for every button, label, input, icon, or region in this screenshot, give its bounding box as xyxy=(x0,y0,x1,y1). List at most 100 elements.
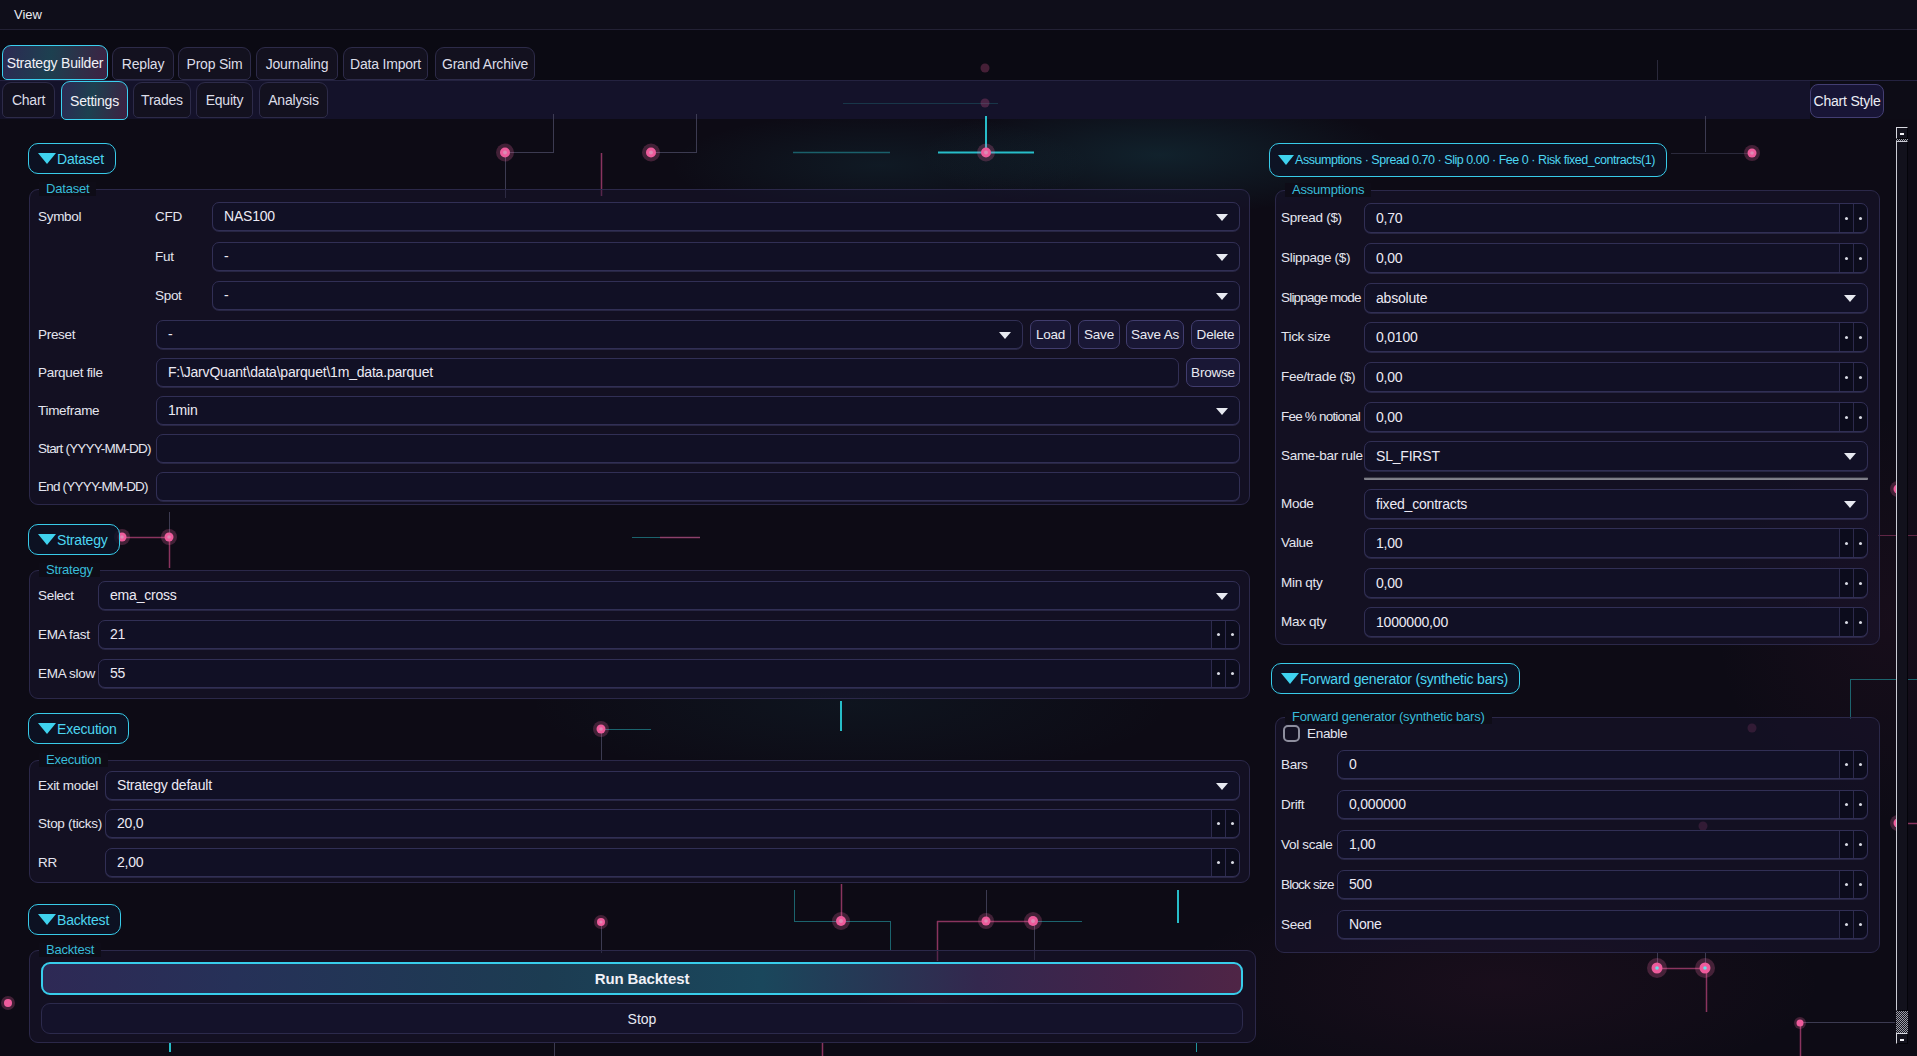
spin-down-button[interactable] xyxy=(1839,323,1853,351)
tab-trades[interactable]: Trades xyxy=(133,82,191,118)
forward-generator-toggle-button[interactable]: Forward generator (synthetic bars) xyxy=(1271,663,1520,694)
vol-scale-spinbox[interactable]: 1,00 xyxy=(1337,830,1868,859)
preset-load-button[interactable]: Load xyxy=(1030,320,1071,349)
start-date-input[interactable] xyxy=(156,434,1240,463)
spin-up-button[interactable] xyxy=(1853,791,1867,818)
spin-down-button[interactable] xyxy=(1839,244,1853,272)
ema-fast-spinbox[interactable]: 21 xyxy=(98,620,1240,649)
spin-up-button[interactable] xyxy=(1853,911,1867,938)
spin-up-button[interactable] xyxy=(1853,323,1867,351)
spin-down-button[interactable] xyxy=(1839,608,1853,636)
tick-size-spinbox[interactable]: 0,0100 xyxy=(1364,322,1868,352)
spin-up-button[interactable] xyxy=(1853,871,1867,898)
chart-style-button[interactable]: Chart Style xyxy=(1810,84,1884,118)
spin-down-button[interactable] xyxy=(1211,660,1225,687)
symbol-label: Symbol xyxy=(38,202,81,231)
spin-down-button[interactable] xyxy=(1839,529,1853,557)
strategy-select-combo[interactable]: ema_cross xyxy=(98,581,1240,610)
seed-spinbox[interactable]: None xyxy=(1337,910,1868,939)
preset-combo[interactable]: - xyxy=(156,320,1023,349)
max-qty-spinbox[interactable]: 1000000,00 xyxy=(1364,607,1868,637)
spin-up-button[interactable] xyxy=(1225,621,1239,648)
spin-down-button[interactable] xyxy=(1211,849,1225,876)
spin-down-button[interactable] xyxy=(1839,871,1853,898)
drift-spinbox[interactable]: 0,000000 xyxy=(1337,790,1868,819)
spin-up-button[interactable] xyxy=(1225,849,1239,876)
tab-journaling[interactable]: Journaling xyxy=(256,47,338,80)
cfd-combo[interactable]: NAS100 xyxy=(212,202,1240,231)
stop-ticks-spinbox[interactable]: 20,0 xyxy=(105,809,1240,838)
scrollbar-down-button[interactable] xyxy=(1896,1033,1908,1044)
spin-down-button[interactable] xyxy=(1211,810,1225,837)
spot-combo[interactable]: - xyxy=(212,281,1240,310)
same-bar-combo[interactable]: SL_FIRST xyxy=(1364,441,1868,471)
run-backtest-button[interactable]: Run Backtest xyxy=(41,962,1243,995)
spin-down-button[interactable] xyxy=(1839,751,1853,778)
tab-data-import[interactable]: Data Import xyxy=(343,47,428,80)
slippage-mode-combo[interactable]: absolute xyxy=(1364,283,1868,313)
tab-replay[interactable]: Replay xyxy=(112,47,174,80)
timeframe-combo[interactable]: 1min xyxy=(156,396,1240,425)
dropdown-arrow-icon xyxy=(1216,254,1228,261)
backtest-group-title: Backtest xyxy=(39,943,101,957)
spin-up-button[interactable] xyxy=(1853,529,1867,557)
dropdown-arrow-icon xyxy=(999,332,1011,339)
block-size-spinbox[interactable]: 500 xyxy=(1337,870,1868,899)
end-date-input[interactable] xyxy=(156,472,1240,501)
parquet-file-input[interactable]: F:\JarvQuant\data\parquet\1m_data.parque… xyxy=(156,358,1179,387)
tab-prop-sim[interactable]: Prop Sim xyxy=(178,47,251,80)
assumptions-toggle-button[interactable]: Assumptions · Spread 0.70 · Slip 0.00 · … xyxy=(1269,143,1667,177)
spin-up-button[interactable] xyxy=(1853,751,1867,778)
exit-model-combo[interactable]: Strategy default xyxy=(105,771,1240,800)
spin-up-button[interactable] xyxy=(1853,244,1867,272)
parquet-file-label: Parquet file xyxy=(38,358,103,387)
execution-toggle-button[interactable]: Execution xyxy=(28,713,129,744)
tab-chart[interactable]: Chart xyxy=(2,82,55,118)
preset-delete-button[interactable]: Delete xyxy=(1191,320,1240,349)
spin-down-button[interactable] xyxy=(1211,621,1225,648)
spin-up-button[interactable] xyxy=(1853,569,1867,597)
tab-equity[interactable]: Equity xyxy=(196,82,253,118)
dataset-toggle-button[interactable]: Dataset xyxy=(28,143,116,174)
spin-up-button[interactable] xyxy=(1225,810,1239,837)
strategy-toggle-button[interactable]: Strategy xyxy=(28,524,120,555)
spin-up-button[interactable] xyxy=(1853,831,1867,858)
chevron-down-icon xyxy=(38,153,56,164)
preset-save-button[interactable]: Save xyxy=(1078,320,1120,349)
tab-grand-archive[interactable]: Grand Archive xyxy=(435,47,535,80)
preset-save-as-button[interactable]: Save As xyxy=(1126,320,1184,349)
spin-down-button[interactable] xyxy=(1839,911,1853,938)
min-qty-spinbox[interactable]: 0,00 xyxy=(1364,568,1868,598)
value-spinbox[interactable]: 1,00 xyxy=(1364,528,1868,558)
spin-up-button[interactable] xyxy=(1853,403,1867,431)
spread-spinbox[interactable]: 0,70 xyxy=(1364,203,1868,233)
spin-down-button[interactable] xyxy=(1839,403,1853,431)
spin-up-button[interactable] xyxy=(1225,660,1239,687)
scrollbar-thumb[interactable] xyxy=(1896,141,1908,1011)
fut-combo[interactable]: - xyxy=(212,242,1240,271)
spin-up-button[interactable] xyxy=(1853,363,1867,391)
tab-strategy-builder[interactable]: Strategy Builder xyxy=(2,45,108,80)
browse-button[interactable]: Browse xyxy=(1186,358,1240,387)
spin-up-button[interactable] xyxy=(1853,204,1867,232)
spin-down-button[interactable] xyxy=(1839,791,1853,818)
scrollbar-up-button[interactable] xyxy=(1896,127,1908,139)
mode-combo[interactable]: fixed_contracts xyxy=(1364,489,1868,519)
tab-analysis[interactable]: Analysis xyxy=(259,82,328,118)
bars-spinbox[interactable]: 0 xyxy=(1337,750,1868,779)
spin-up-button[interactable] xyxy=(1853,608,1867,636)
spin-down-button[interactable] xyxy=(1839,363,1853,391)
enable-checkbox[interactable] xyxy=(1283,725,1300,742)
rr-spinbox[interactable]: 2,00 xyxy=(105,848,1240,877)
backtest-toggle-button[interactable]: Backtest xyxy=(28,904,121,935)
tab-settings[interactable]: Settings xyxy=(61,81,128,120)
fee-notional-spinbox[interactable]: 0,00 xyxy=(1364,402,1868,432)
stop-button[interactable]: Stop xyxy=(41,1003,1243,1034)
menu-view[interactable]: View xyxy=(3,0,53,29)
spin-down-button[interactable] xyxy=(1839,569,1853,597)
spin-down-button[interactable] xyxy=(1839,204,1853,232)
ema-slow-spinbox[interactable]: 55 xyxy=(98,659,1240,688)
fee-trade-spinbox[interactable]: 0,00 xyxy=(1364,362,1868,392)
spin-down-button[interactable] xyxy=(1839,831,1853,858)
slippage-spinbox[interactable]: 0,00 xyxy=(1364,243,1868,273)
